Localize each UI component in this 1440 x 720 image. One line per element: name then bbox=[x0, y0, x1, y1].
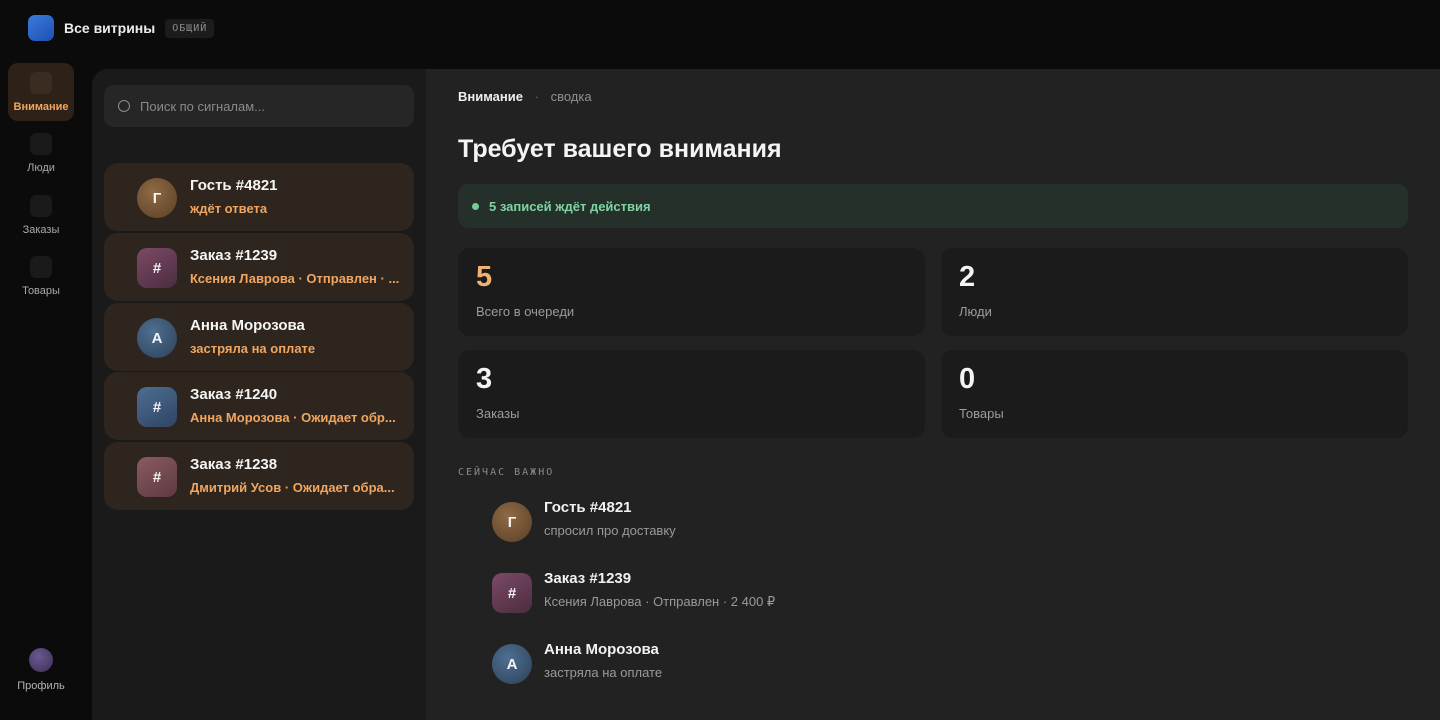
main-content: Внимание · сводка Требует вашего внимани… bbox=[426, 69, 1440, 720]
rail-item-people[interactable]: Люди bbox=[8, 124, 74, 182]
stat-label: Товары bbox=[959, 405, 1004, 421]
status-banner: 5 записей ждёт действия bbox=[458, 184, 1408, 228]
search-icon bbox=[118, 100, 130, 112]
avatar: # bbox=[137, 248, 177, 288]
breadcrumb-parent[interactable]: сводка bbox=[551, 89, 592, 104]
signal-subtitle: Анна Морозова · Ожидает обр... bbox=[190, 410, 396, 425]
people-icon bbox=[30, 133, 52, 155]
signal-title: Заказ #1240 bbox=[190, 386, 278, 403]
scope-badge: ОБЩИЙ bbox=[165, 18, 215, 38]
list-item[interactable]: А Анна Морозова застряла на оплате bbox=[492, 639, 992, 689]
signal-title: Анна Морозова bbox=[190, 317, 305, 334]
rail-item-label: Внимание bbox=[13, 101, 69, 113]
item-subtitle: Ксения Лаврова · Отправлен · 2 400 ₽ bbox=[544, 594, 776, 609]
stat-card-queue[interactable]: 5 Всего в очереди bbox=[458, 248, 925, 336]
rail-item-label: Товары bbox=[22, 285, 60, 297]
item-subtitle: спросил про доставку bbox=[544, 523, 676, 538]
rail-item-products[interactable]: Товары bbox=[8, 247, 74, 305]
breadcrumb: Внимание · сводка bbox=[458, 89, 592, 104]
signal-title: Заказ #1238 bbox=[190, 456, 278, 473]
app-logo[interactable] bbox=[28, 15, 54, 41]
profile-button[interactable]: Профиль bbox=[8, 648, 74, 700]
item-subtitle: застряла на оплате bbox=[544, 665, 663, 680]
signal-subtitle: застряла на оплате bbox=[190, 341, 316, 356]
signal-subtitle: Дмитрий Усов · Ожидает обра... bbox=[190, 480, 395, 495]
stat-card-people[interactable]: 2 Люди bbox=[941, 248, 1408, 336]
rail-item-label: Заказы bbox=[22, 224, 60, 236]
search-input[interactable] bbox=[140, 98, 400, 114]
avatar: # bbox=[492, 573, 532, 613]
stat-value: 3 bbox=[476, 363, 493, 395]
stat-card-orders[interactable]: 3 Заказы bbox=[458, 350, 925, 438]
signal-card[interactable]: А Анна Морозова застряла на оплате bbox=[104, 303, 414, 371]
signal-card[interactable]: # Заказ #1239 Ксения Лаврова · Отправлен… bbox=[104, 233, 414, 301]
products-icon bbox=[30, 256, 52, 278]
signal-card[interactable]: Г Гость #4821 ждёт ответа bbox=[104, 163, 414, 231]
stat-label: Заказы bbox=[476, 405, 520, 421]
avatar: А bbox=[137, 318, 177, 358]
avatar: Г bbox=[137, 178, 177, 218]
stat-value: 0 bbox=[959, 363, 976, 395]
orders-icon bbox=[30, 195, 52, 217]
rail-item-label: Люди bbox=[27, 162, 55, 174]
avatar: А bbox=[492, 644, 532, 684]
status-text: 5 записей ждёт действия bbox=[489, 198, 651, 214]
search-box[interactable] bbox=[104, 85, 414, 127]
item-title: Анна Морозова bbox=[544, 641, 659, 658]
avatar: Г bbox=[492, 502, 532, 542]
item-title: Гость #4821 bbox=[544, 499, 632, 516]
signal-title: Гость #4821 bbox=[190, 177, 278, 194]
stat-card-products[interactable]: 0 Товары bbox=[941, 350, 1408, 438]
status-dot-icon bbox=[472, 202, 479, 210]
section-heading: СЕЙЧАС ВАЖНО bbox=[458, 467, 555, 478]
signal-title: Заказ #1239 bbox=[190, 247, 278, 264]
breadcrumb-separator: · bbox=[534, 89, 539, 104]
stat-label: Всего в очереди bbox=[476, 303, 575, 319]
rail-item-attention[interactable]: Внимание bbox=[8, 63, 74, 121]
avatar bbox=[29, 648, 53, 672]
profile-label: Профиль bbox=[17, 680, 65, 692]
attention-icon bbox=[30, 72, 52, 94]
nav-rail: Внимание Люди Заказы Товары Профиль bbox=[0, 56, 82, 720]
list-item[interactable]: Г Гость #4821 спросил про доставку bbox=[492, 497, 992, 547]
item-title: Заказ #1239 bbox=[544, 570, 632, 587]
signal-card[interactable]: # Заказ #1240 Анна Морозова · Ожидает об… bbox=[104, 372, 414, 440]
signal-subtitle: Ксения Лаврова · Отправлен · ... bbox=[190, 271, 400, 286]
list-item[interactable]: # Заказ #1239 Ксения Лаврова · Отправлен… bbox=[492, 568, 992, 618]
rail-item-orders[interactable]: Заказы bbox=[8, 186, 74, 244]
avatar: # bbox=[137, 457, 177, 497]
stat-value: 5 bbox=[476, 261, 493, 293]
app-title[interactable]: Все витрины bbox=[64, 20, 155, 36]
page-title: Требует вашего внимания bbox=[458, 135, 782, 163]
avatar: # bbox=[137, 387, 177, 427]
stat-value: 2 bbox=[959, 261, 976, 293]
top-bar: Все витрины ОБЩИЙ bbox=[0, 0, 1440, 56]
signals-panel: Г Гость #4821 ждёт ответа # Заказ #1239 … bbox=[92, 69, 426, 720]
signal-card[interactable]: # Заказ #1238 Дмитрий Усов · Ожидает обр… bbox=[104, 442, 414, 510]
signal-subtitle: ждёт ответа bbox=[190, 201, 268, 216]
stat-label: Люди bbox=[959, 303, 992, 319]
breadcrumb-current: Внимание bbox=[458, 89, 523, 104]
